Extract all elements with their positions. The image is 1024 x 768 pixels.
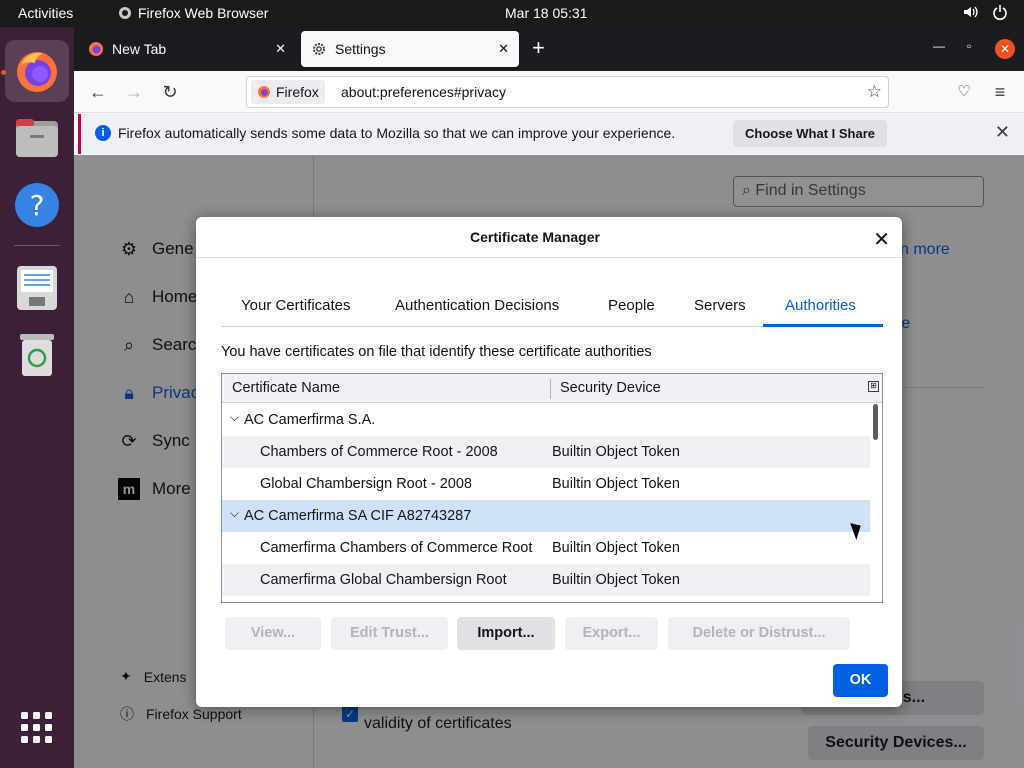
window-close-button[interactable]: ✕ <box>995 39 1015 59</box>
cert-device: Builtin Object Token <box>552 572 680 588</box>
tree-scrollbar[interactable] <box>873 404 878 440</box>
tree-cert-row[interactable]: Camerfirma Global Chambersign Root Built… <box>222 564 870 596</box>
dock-show-apps[interactable] <box>5 697 69 759</box>
data-notification-bar: i Firefox automatically sends some data … <box>78 114 1024 154</box>
identity-box[interactable]: Firefox <box>251 80 325 104</box>
column-security-device[interactable]: Security Device <box>560 380 661 396</box>
tab-people[interactable]: People <box>608 297 655 314</box>
dock-text-editor[interactable] <box>5 257 69 319</box>
dialog-divider <box>196 257 902 258</box>
dock-help[interactable]: ? <box>5 174 69 236</box>
delete-or-distrust-button[interactable]: Delete or Distrust... <box>668 617 850 650</box>
column-picker-icon[interactable]: ⊞ <box>868 381 879 392</box>
clock[interactable]: Mar 18 05:31 <box>505 5 588 21</box>
column-certificate-name[interactable]: Certificate Name <box>232 380 340 396</box>
tab-title: Settings <box>335 41 386 57</box>
nav-bar: ← → ↻ Firefox about:preferences#privacy … <box>74 71 1024 113</box>
notification-message: Firefox automatically sends some data to… <box>118 125 676 141</box>
tab-new-tab[interactable]: New Tab ✕ <box>78 31 296 67</box>
dialog-title: Certificate Manager <box>470 229 600 245</box>
tree-header: Certificate Name Security Device ⊞ <box>222 374 882 403</box>
cert-device: Builtin Object Token <box>552 540 680 556</box>
help-icon: ? <box>15 183 59 227</box>
firefox-identity-icon <box>258 86 270 98</box>
certificate-tree[interactable]: Certificate Name Security Device ⊞ ⌵ AC … <box>221 373 883 603</box>
page-scrollbar[interactable] <box>1015 620 1021 705</box>
url-bar[interactable]: Firefox about:preferences#privacy ☆ <box>246 76 889 108</box>
firefox-small-icon <box>119 7 131 19</box>
identity-label: Firefox <box>276 84 319 100</box>
cert-name: Camerfirma Global Chambersign Root <box>260 572 507 588</box>
dock-trash[interactable] <box>5 324 69 386</box>
menu-icon[interactable]: ≡ <box>986 79 1014 105</box>
close-tab-icon[interactable]: ✕ <box>275 41 286 57</box>
tree-cert-row[interactable]: Camerfirma Chambers of Commerce Root Bui… <box>222 532 870 564</box>
gear-tab-icon <box>313 43 325 55</box>
power-icon <box>993 5 1007 20</box>
minimize-icon[interactable]: — <box>933 39 945 53</box>
ok-button[interactable]: OK <box>833 664 888 697</box>
dock-firefox[interactable] <box>5 40 69 102</box>
certificate-manager-dialog: Certificate Manager ✕ Your Certificates … <box>196 217 902 707</box>
column-separator[interactable] <box>550 379 551 399</box>
cert-name: Camerfirma Chambers of Commerce Root <box>260 540 533 556</box>
pocket-icon[interactable]: ♡ <box>950 79 978 105</box>
forward-button[interactable]: → <box>120 79 148 105</box>
tree-cert-row[interactable]: Chambers of Commerce Root - 2008 Builtin… <box>222 436 870 468</box>
tab-selected-indicator <box>763 324 883 327</box>
back-button[interactable]: ← <box>84 79 112 105</box>
dock: ? <box>0 27 74 768</box>
dock-files[interactable] <box>5 107 69 169</box>
tab-strip: New Tab ✕ Settings ✕ + — ▫ ✕ <box>74 27 1024 71</box>
export-button[interactable]: Export... <box>565 617 658 650</box>
info-icon: i <box>95 125 111 141</box>
group-name: AC Camerfirma S.A. <box>244 412 376 428</box>
cert-name: Global Chambersign Root - 2008 <box>260 476 472 492</box>
gnome-top-bar: Activities Firefox Web Browser Mar 18 05… <box>0 0 1024 27</box>
cert-device: Builtin Object Token <box>552 444 680 460</box>
tree-group-row-selected[interactable]: ⌵ AC Camerfirma SA CIF A82743287 <box>222 500 870 532</box>
url-text[interactable]: about:preferences#privacy <box>341 84 506 100</box>
reload-button[interactable]: ↻ <box>156 79 184 105</box>
close-notification-icon[interactable]: ✕ <box>995 122 1010 143</box>
chevron-down-icon[interactable]: ⌵ <box>230 506 239 521</box>
files-icon <box>16 119 58 157</box>
dialog-close-icon[interactable]: ✕ <box>873 227 890 252</box>
view-button[interactable]: View... <box>225 617 321 650</box>
app-grid-icon <box>21 712 52 743</box>
tab-settings[interactable]: Settings ✕ <box>301 31 519 67</box>
tab-title: New Tab <box>112 41 167 57</box>
firefox-icon <box>17 52 57 92</box>
tree-cert-row[interactable]: Global Chambersign Root - 2008 Builtin O… <box>222 468 870 500</box>
firefox-tab-icon <box>89 42 103 56</box>
new-tab-button[interactable]: + <box>532 36 545 60</box>
chevron-down-icon[interactable]: ⌵ <box>230 410 239 425</box>
system-status[interactable] <box>962 4 1008 20</box>
close-tab-icon[interactable]: ✕ <box>498 41 509 57</box>
authorities-description: You have certificates on file that ident… <box>221 344 652 360</box>
trash-icon <box>20 334 54 376</box>
text-editor-icon <box>17 266 57 310</box>
group-name: AC Camerfirma SA CIF A82743287 <box>244 508 472 524</box>
volume-icon <box>964 6 978 18</box>
maximize-icon[interactable]: ▫ <box>967 39 971 53</box>
activities-button[interactable]: Activities <box>18 5 73 21</box>
svg-text:?: ? <box>30 189 45 222</box>
tree-group-row[interactable]: ⌵ AC Camerfirma S.A. <box>222 404 870 436</box>
cert-device: Builtin Object Token <box>552 476 680 492</box>
import-button[interactable]: Import... <box>457 617 555 650</box>
edit-trust-button[interactable]: Edit Trust... <box>331 617 448 650</box>
dock-separator <box>14 245 60 246</box>
bookmark-star-icon[interactable]: ☆ <box>867 82 882 102</box>
tab-authorities[interactable]: Authorities <box>785 297 856 314</box>
app-name-label: Firefox Web Browser <box>138 5 269 21</box>
tab-authentication-decisions[interactable]: Authentication Decisions <box>395 297 559 314</box>
app-menu[interactable]: Firefox Web Browser <box>118 5 268 21</box>
tab-your-certificates[interactable]: Your Certificates <box>241 297 351 314</box>
tab-servers[interactable]: Servers <box>694 297 746 314</box>
cert-name: Chambers of Commerce Root - 2008 <box>260 444 498 460</box>
choose-what-i-share-button[interactable]: Choose What I Share <box>733 120 887 147</box>
